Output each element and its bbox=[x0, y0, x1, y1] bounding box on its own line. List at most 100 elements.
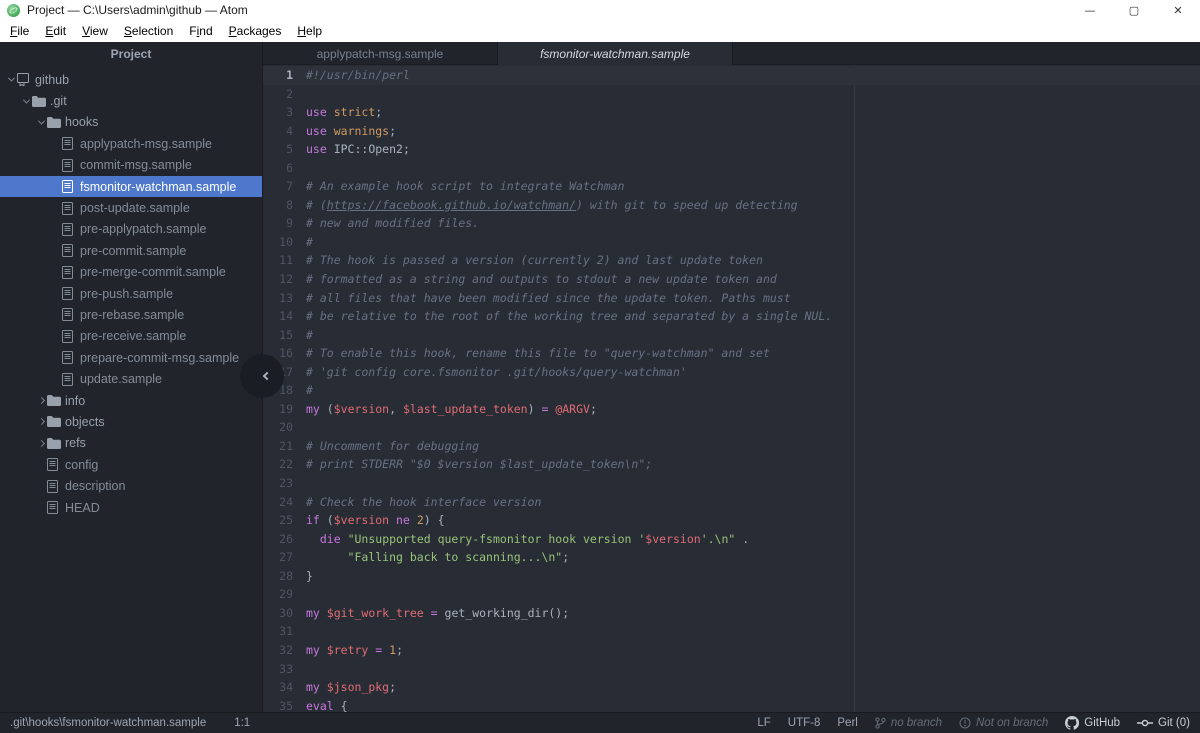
code-line-7[interactable]: 7# An example hook script to integrate W… bbox=[263, 177, 1200, 196]
code-line-2[interactable]: 2 bbox=[263, 85, 1200, 104]
tree-item-config[interactable]: config bbox=[0, 454, 262, 475]
code-line-26[interactable]: 26 die "Unsupported query-fsmonitor hook… bbox=[263, 530, 1200, 549]
tree-item-fsmonitor-watchman.sample[interactable]: fsmonitor-watchman.sample bbox=[0, 176, 262, 197]
code-line-32[interactable]: 32my $retry = 1; bbox=[263, 641, 1200, 660]
code-line-33[interactable]: 33 bbox=[263, 660, 1200, 679]
tree-item-update.sample[interactable]: update.sample bbox=[0, 368, 262, 389]
code-line-31[interactable]: 31 bbox=[263, 622, 1200, 641]
line-number[interactable]: 15 bbox=[263, 326, 293, 345]
chevron-down-icon[interactable] bbox=[6, 77, 17, 82]
branch-indicator[interactable]: no branch bbox=[875, 717, 942, 729]
code-line-11[interactable]: 11# The hook is passed a version (curren… bbox=[263, 251, 1200, 270]
tree-item-prepare-commit-msg.sample[interactable]: prepare-commit-msg.sample bbox=[0, 347, 262, 368]
tree-item-description[interactable]: description bbox=[0, 475, 262, 496]
line-number[interactable]: 35 bbox=[263, 697, 293, 712]
text-editor[interactable]: 1#!/usr/bin/perl23use strict;4use warnin… bbox=[263, 65, 1200, 712]
line-ending-indicator[interactable]: LF bbox=[757, 717, 770, 729]
code-line-24[interactable]: 24# Check the hook interface version bbox=[263, 493, 1200, 512]
line-number[interactable]: 31 bbox=[263, 622, 293, 641]
line-number[interactable]: 4 bbox=[263, 122, 293, 141]
cursor-position[interactable]: 1:1 bbox=[234, 717, 250, 729]
maximize-button[interactable]: ▢ bbox=[1112, 0, 1156, 20]
code-line-10[interactable]: 10# bbox=[263, 233, 1200, 252]
line-number[interactable]: 3 bbox=[263, 103, 293, 122]
line-number[interactable]: 33 bbox=[263, 660, 293, 679]
code-line-35[interactable]: 35eval { bbox=[263, 697, 1200, 712]
tree-item-post-update.sample[interactable]: post-update.sample bbox=[0, 197, 262, 218]
line-number[interactable]: 26 bbox=[263, 530, 293, 549]
tree-item-objects[interactable]: objects bbox=[0, 411, 262, 432]
chevron-right-icon[interactable] bbox=[36, 441, 47, 446]
tree-item-pre-applypatch.sample[interactable]: pre-applypatch.sample bbox=[0, 219, 262, 240]
line-number[interactable]: 20 bbox=[263, 418, 293, 437]
repo-status-indicator[interactable]: Not on branch bbox=[959, 717, 1048, 729]
menu-item-packages[interactable]: Packages bbox=[221, 20, 290, 42]
grammar-indicator[interactable]: Perl bbox=[837, 717, 857, 729]
menu-item-find[interactable]: Find bbox=[181, 20, 220, 42]
tree-item-hooks[interactable]: hooks bbox=[0, 112, 262, 133]
line-number[interactable]: 10 bbox=[263, 233, 293, 252]
line-number[interactable]: 21 bbox=[263, 437, 293, 456]
menu-item-selection[interactable]: Selection bbox=[116, 20, 181, 42]
chevron-right-icon[interactable] bbox=[36, 419, 47, 424]
line-number[interactable]: 7 bbox=[263, 177, 293, 196]
tree-item-commit-msg.sample[interactable]: commit-msg.sample bbox=[0, 155, 262, 176]
line-number[interactable]: 13 bbox=[263, 289, 293, 308]
tree-item-info[interactable]: info bbox=[0, 390, 262, 411]
menu-item-view[interactable]: View bbox=[74, 20, 116, 42]
line-number[interactable]: 6 bbox=[263, 159, 293, 178]
code-line-17[interactable]: 17# 'git config core.fsmonitor .git/hook… bbox=[263, 363, 1200, 382]
code-line-21[interactable]: 21# Uncomment for debugging bbox=[263, 437, 1200, 456]
code-line-30[interactable]: 30my $git_work_tree = get_working_dir(); bbox=[263, 604, 1200, 623]
code-line-13[interactable]: 13# all files that have been modified si… bbox=[263, 289, 1200, 308]
github-package-button[interactable]: GitHub bbox=[1065, 716, 1120, 730]
code-line-34[interactable]: 34my $json_pkg; bbox=[263, 678, 1200, 697]
code-line-3[interactable]: 3use strict; bbox=[263, 103, 1200, 122]
tree-item-pre-rebase.sample[interactable]: pre-rebase.sample bbox=[0, 304, 262, 325]
tree-item-pre-receive.sample[interactable]: pre-receive.sample bbox=[0, 326, 262, 347]
code-line-20[interactable]: 20 bbox=[263, 418, 1200, 437]
line-number[interactable]: 23 bbox=[263, 474, 293, 493]
code-line-5[interactable]: 5use IPC::Open2; bbox=[263, 140, 1200, 159]
code-line-28[interactable]: 28} bbox=[263, 567, 1200, 586]
line-number[interactable]: 19 bbox=[263, 400, 293, 419]
line-number[interactable]: 12 bbox=[263, 270, 293, 289]
tree-item-applypatch-msg.sample[interactable]: applypatch-msg.sample bbox=[0, 133, 262, 154]
code-line-1[interactable]: 1#!/usr/bin/perl bbox=[263, 66, 1200, 85]
line-number[interactable]: 1 bbox=[263, 66, 293, 85]
code-line-18[interactable]: 18# bbox=[263, 381, 1200, 400]
tab-fsmonitor-watchman.sample[interactable]: fsmonitor-watchman.sample bbox=[498, 42, 733, 65]
tree-item-pre-commit.sample[interactable]: pre-commit.sample bbox=[0, 240, 262, 261]
line-number[interactable]: 30 bbox=[263, 604, 293, 623]
line-number[interactable]: 27 bbox=[263, 548, 293, 567]
code-line-27[interactable]: 27 "Falling back to scanning...\n"; bbox=[263, 548, 1200, 567]
line-number[interactable]: 22 bbox=[263, 455, 293, 474]
minimize-button[interactable]: — bbox=[1068, 0, 1112, 20]
code-line-25[interactable]: 25if ($version ne 2) { bbox=[263, 511, 1200, 530]
menu-item-file[interactable]: File bbox=[2, 20, 37, 42]
tree-item-github[interactable]: github bbox=[0, 69, 262, 90]
code-line-16[interactable]: 16# To enable this hook, rename this fil… bbox=[263, 344, 1200, 363]
line-number[interactable]: 11 bbox=[263, 251, 293, 270]
tree-item-pre-merge-commit.sample[interactable]: pre-merge-commit.sample bbox=[0, 262, 262, 283]
line-number[interactable]: 28 bbox=[263, 567, 293, 586]
line-number[interactable]: 24 bbox=[263, 493, 293, 512]
code-line-9[interactable]: 9# new and modified files. bbox=[263, 214, 1200, 233]
line-number[interactable]: 25 bbox=[263, 511, 293, 530]
line-number[interactable]: 9 bbox=[263, 214, 293, 233]
tree-item-refs[interactable]: refs bbox=[0, 433, 262, 454]
tree-item-HEAD[interactable]: HEAD bbox=[0, 497, 262, 518]
chevron-down-icon[interactable] bbox=[21, 99, 32, 104]
line-number[interactable]: 34 bbox=[263, 678, 293, 697]
chevron-down-icon[interactable] bbox=[36, 120, 47, 125]
line-number[interactable]: 8 bbox=[263, 196, 293, 215]
tree-item-pre-push.sample[interactable]: pre-push.sample bbox=[0, 283, 262, 304]
close-button[interactable]: ✕ bbox=[1156, 0, 1200, 20]
code-line-22[interactable]: 22# print STDERR "$0 $version $last_upda… bbox=[263, 455, 1200, 474]
code-line-12[interactable]: 12# formatted as a string and outputs to… bbox=[263, 270, 1200, 289]
code-line-23[interactable]: 23 bbox=[263, 474, 1200, 493]
code-line-15[interactable]: 15# bbox=[263, 326, 1200, 345]
code-line-19[interactable]: 19my ($version, $last_update_token) = @A… bbox=[263, 400, 1200, 419]
code-line-4[interactable]: 4use warnings; bbox=[263, 122, 1200, 141]
line-number[interactable]: 14 bbox=[263, 307, 293, 326]
